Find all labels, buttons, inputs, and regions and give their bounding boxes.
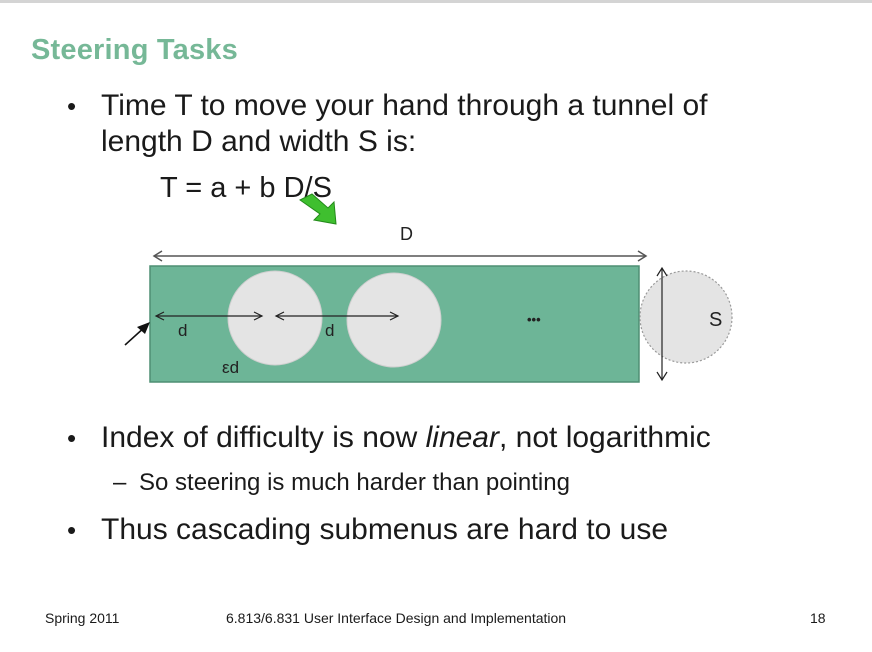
sub-bullet: – So steering is much harder than pointi… (113, 468, 570, 498)
bullet-2-text-post: , not logarithmic (498, 421, 711, 454)
step-circle-1 (227, 270, 323, 366)
bullet-3: • Thus cascading submenus are hard to us… (67, 512, 668, 548)
bullet-3-text: Thus cascading submenus are hard to use (101, 513, 668, 546)
ellipsis: ••• (527, 312, 541, 327)
label-d-1: d (178, 321, 187, 340)
bullet-2-text-pre: Index of difficulty is now (101, 421, 426, 454)
d-dimension-arrow (152, 250, 648, 262)
sub-bullet-dash: – (113, 469, 127, 496)
bullet-dot: • (67, 515, 77, 545)
bullet-2-emphasis: linear (425, 421, 499, 454)
entry-arrow-icon (124, 322, 150, 346)
label-S: S (709, 309, 722, 331)
bullet-2: • Index of difficulty is now linear, not… (67, 420, 711, 456)
footer-page-number: 18 (810, 610, 826, 626)
steering-diagram: D d d εd ••• S (124, 193, 733, 383)
step-circle-2 (346, 272, 442, 368)
footer-course: 6.813/6.831 User Interface Design and Im… (226, 610, 567, 626)
label-d-2: d (325, 321, 334, 340)
sub-bullet-text: So steering is much harder than pointing (139, 469, 570, 496)
bullet-dot: • (67, 423, 77, 453)
pointer-arrow-icon (299, 193, 337, 225)
label-epsilon-d: εd (222, 358, 239, 377)
footer-date: Spring 2011 (45, 610, 120, 626)
label-D: D (400, 224, 413, 244)
